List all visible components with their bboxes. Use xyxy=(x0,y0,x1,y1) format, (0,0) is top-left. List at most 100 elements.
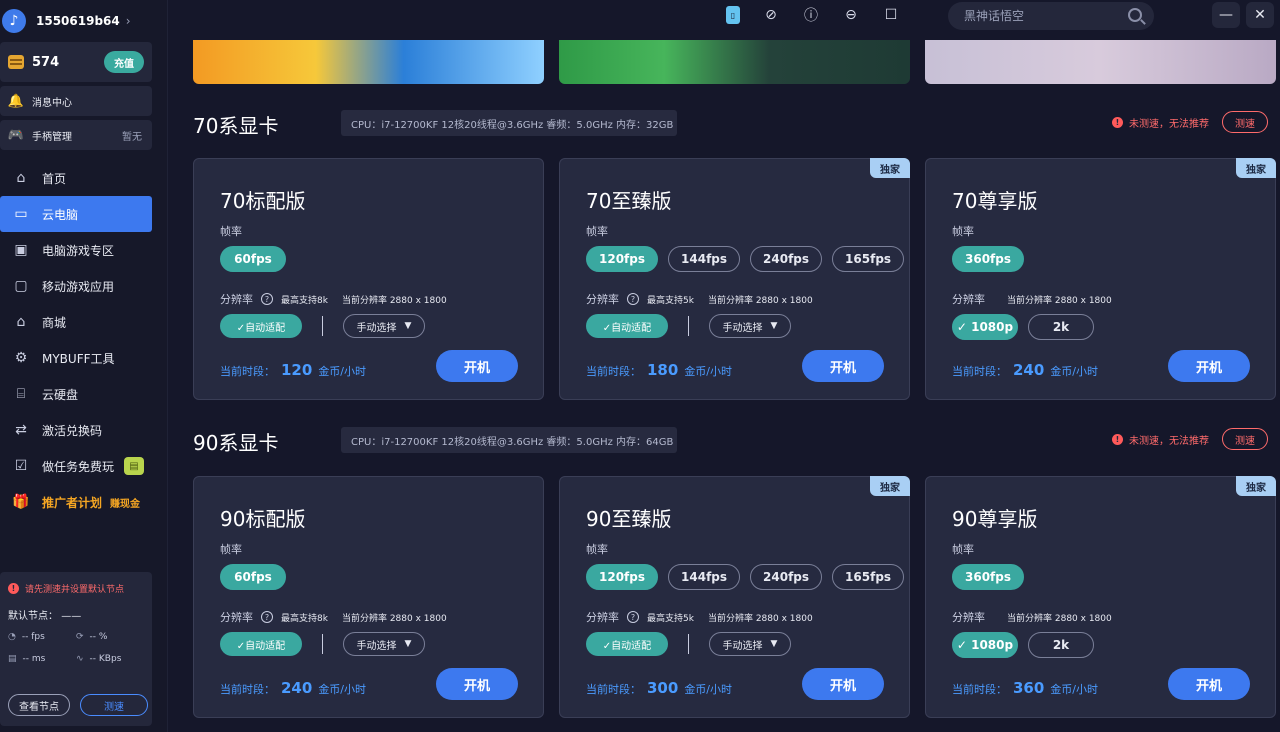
edit-icon[interactable]: ☐ xyxy=(882,6,900,24)
start-button[interactable]: 开机 xyxy=(436,350,518,382)
nav-item-pc-games[interactable]: ▣ 电脑游戏专区 xyxy=(0,232,152,268)
start-button[interactable]: 开机 xyxy=(802,350,884,382)
nav-label: 激活兑换码 xyxy=(42,423,103,438)
banner-promo-1[interactable] xyxy=(193,40,544,84)
info-icon[interactable]: ⓘ xyxy=(802,6,820,24)
speed-test-button-70[interactable]: 测速 xyxy=(1222,111,1268,133)
search-box xyxy=(948,2,1154,30)
resolution-chip-1080p[interactable]: ✓ 1080p xyxy=(952,632,1018,658)
max-resolution: 最高支持5k xyxy=(647,295,694,306)
divider xyxy=(322,634,323,654)
current-resolution: 当前分辨率 2880 x 1800 xyxy=(1007,295,1112,306)
node-warning-text: 请先测速并设置默认节点 xyxy=(25,585,125,595)
resolution-mode: ✓自动适配 手动选择 ▼ xyxy=(586,314,791,338)
resolution-chip-2k[interactable]: 2k xyxy=(1028,632,1094,658)
exclusive-badge: 独家 xyxy=(1236,476,1276,496)
price-row: 当前时段： 240 金币/小时 xyxy=(952,361,1098,379)
nav-label: 云硬盘 xyxy=(42,387,79,402)
nav-item-mobile-games[interactable]: ▢ 移动游戏应用 xyxy=(0,268,152,304)
nav-label: 推广者计划 xyxy=(42,495,103,510)
manual-select-dropdown[interactable]: 手动选择 ▼ xyxy=(343,632,425,656)
fps-chip[interactable]: 360fps xyxy=(952,246,1025,272)
close-icon[interactable]: ✕ xyxy=(1246,2,1274,28)
speed-test-button-90[interactable]: 测速 xyxy=(1222,428,1268,450)
speed-test-button[interactable]: 测速 xyxy=(80,694,148,716)
gamepad-manager[interactable]: 🎮 手柄管理 暂无 xyxy=(0,120,152,150)
fps-chip[interactable]: 240fps xyxy=(750,246,823,272)
recharge-button[interactable]: 充值 xyxy=(104,51,144,73)
search-input[interactable] xyxy=(964,9,1114,23)
start-button[interactable]: 开机 xyxy=(1168,350,1250,382)
view-nodes-button[interactable]: 查看节点 xyxy=(8,694,70,716)
fps-options: 60fps xyxy=(220,246,286,272)
stat-value: -- ms xyxy=(22,654,46,664)
exclusive-badge: 独家 xyxy=(870,158,910,178)
nav-item-mybuff-tool[interactable]: ⚙ MYBUFF工具 xyxy=(0,340,152,376)
user-profile[interactable]: ♪ 1550619b64 › xyxy=(0,6,168,36)
fps-chip[interactable]: 60fps xyxy=(220,564,286,590)
device-icon[interactable]: ▯ xyxy=(726,6,740,24)
auto-adapt-button[interactable]: ✓自动适配 xyxy=(220,314,302,338)
manual-select-dropdown[interactable]: 手动选择 ▼ xyxy=(343,314,425,338)
resolution-label: 分辨率 xyxy=(220,293,253,306)
start-button[interactable]: 开机 xyxy=(436,668,518,700)
auto-adapt-button[interactable]: ✓自动适配 xyxy=(586,314,668,338)
nav-item-tasks[interactable]: ☑ 做任务免费玩 ▤ xyxy=(0,448,152,484)
default-node-value: —— xyxy=(61,611,82,622)
manual-select-dropdown[interactable]: 手动选择 ▼ xyxy=(709,632,791,656)
price-value: 120 xyxy=(281,361,313,379)
compass-icon[interactable]: ⊘ xyxy=(762,6,780,24)
auto-adapt-button[interactable]: ✓自动适配 xyxy=(586,632,668,656)
fps-chip[interactable]: 60fps xyxy=(220,246,286,272)
coin-balance: 574 充值 xyxy=(0,42,152,82)
frame-rate-label: 帧率 xyxy=(952,543,974,556)
nav-item-home[interactable]: ⌂ 首页 xyxy=(0,160,152,196)
nav-item-shop[interactable]: ⌂ 商城 xyxy=(0,304,152,340)
help-icon[interactable]: ? xyxy=(261,611,273,623)
resolution-info: 分辨率 ? 最高支持8k 当前分辨率 2880 x 1800 xyxy=(220,291,461,307)
fps-chip[interactable]: 120fps xyxy=(586,564,659,590)
plan-title: 70标配版 xyxy=(220,189,306,213)
help-icon[interactable]: ? xyxy=(627,293,639,305)
nav-label: 云电脑 xyxy=(42,207,79,222)
fps-chip[interactable]: 120fps xyxy=(586,246,659,272)
price-prefix: 当前时段： xyxy=(220,683,275,696)
fps-options: 360fps xyxy=(952,246,1025,272)
task-icon: ☑ xyxy=(14,458,28,474)
fps-chip[interactable]: 144fps xyxy=(668,246,741,272)
minimize-icon[interactable]: — xyxy=(1212,2,1240,28)
resolution-mode: ✓自动适配 手动选择 ▼ xyxy=(220,632,425,656)
resolution-chip-1080p[interactable]: ✓ 1080p xyxy=(952,314,1018,340)
banner-promo-3[interactable] xyxy=(925,40,1276,84)
fps-chip[interactable]: 144fps xyxy=(668,564,741,590)
nav-item-cloud-disk[interactable]: ⌸ 云硬盘 xyxy=(0,376,152,412)
stat-ping: ▤ -- ms xyxy=(8,654,76,664)
start-button[interactable]: 开机 xyxy=(1168,668,1250,700)
nav-item-redeem-code[interactable]: ⇄ 激活兑换码 xyxy=(0,412,152,448)
fps-chip[interactable]: 165fps xyxy=(832,564,905,590)
help-icon[interactable]: ? xyxy=(627,611,639,623)
banner-promo-2[interactable] xyxy=(559,40,910,84)
gift-icon: 🎁 xyxy=(12,494,30,510)
fps-chip[interactable]: 165fps xyxy=(832,246,905,272)
untested-notice-90: ! 未测速，无法推荐 xyxy=(1112,432,1209,447)
nav-label: 移动游戏应用 xyxy=(42,279,115,294)
chat-icon[interactable]: ⊖ xyxy=(842,6,860,24)
message-center[interactable]: 🔔 消息中心 xyxy=(0,86,152,116)
fps-chip[interactable]: 240fps xyxy=(750,564,823,590)
manual-select-dropdown[interactable]: 手动选择 ▼ xyxy=(709,314,791,338)
nav-item-promoter-plan[interactable]: 🎁 推广者计划 赚现金 xyxy=(0,484,152,520)
nav-item-cloud-pc[interactable]: ▭ 云电脑 xyxy=(0,196,152,232)
search-icon[interactable] xyxy=(1128,8,1142,22)
shop-icon: ⌂ xyxy=(16,314,26,330)
help-icon[interactable]: ? xyxy=(261,293,273,305)
fps-chip[interactable]: 360fps xyxy=(952,564,1025,590)
home-icon: ⌂ xyxy=(16,170,26,186)
start-button[interactable]: 开机 xyxy=(802,668,884,700)
plan-title: 70至臻版 xyxy=(586,189,672,213)
resolution-chip-2k[interactable]: 2k xyxy=(1028,314,1094,340)
fps-options: 120fps 144fps 240fps 165fps xyxy=(586,246,905,272)
price-prefix: 当前时段： xyxy=(952,365,1007,378)
auto-adapt-button[interactable]: ✓自动适配 xyxy=(220,632,302,656)
current-resolution: 当前分辨率 2880 x 1800 xyxy=(707,295,813,306)
